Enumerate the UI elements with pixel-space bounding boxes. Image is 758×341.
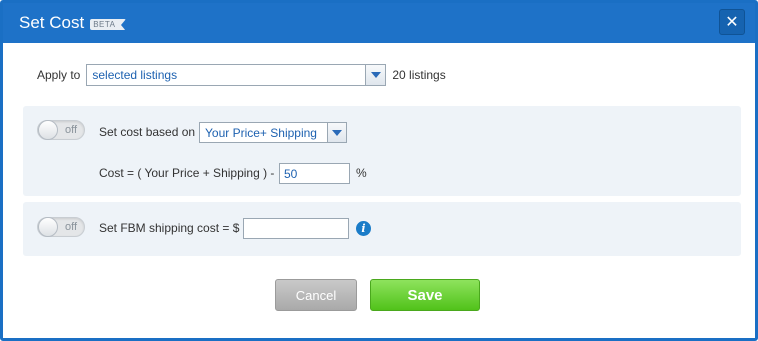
shipping-cost-label: Set FBM shipping cost = $ [99, 221, 240, 235]
percent-unit: % [356, 166, 367, 180]
shipping-cost-input[interactable] [243, 218, 349, 239]
dialog-titlebar: Set Cost BETA ✕ [3, 3, 755, 43]
percent-input[interactable] [279, 163, 350, 184]
save-button[interactable]: Save [370, 279, 480, 311]
info-icon[interactable]: i [356, 221, 371, 236]
shipping-cost-toggle[interactable]: off [37, 217, 85, 237]
set-cost-dialog: Set Cost BETA ✕ Apply to selected listin… [0, 0, 758, 341]
cost-basis-toggle[interactable]: off [37, 120, 85, 140]
apply-to-row: Apply to selected listings 20 listings [37, 64, 446, 86]
close-icon: ✕ [725, 14, 739, 31]
cost-basis-label: Set cost based on [99, 125, 196, 139]
apply-to-value: selected listings [92, 68, 178, 82]
dialog-title: Set Cost [19, 13, 85, 32]
apply-to-select[interactable]: selected listings [86, 64, 387, 86]
listings-count: 20 listings [392, 68, 446, 82]
chevron-down-icon[interactable] [327, 123, 346, 142]
toggle-state-label: off [64, 221, 77, 233]
cost-formula-label: Cost = ( Your Price + Shipping ) - [99, 166, 275, 180]
toggle-knob [38, 120, 58, 140]
cost-basis-value: Your Price+ Shipping [205, 125, 317, 140]
apply-to-label: Apply to [37, 68, 81, 82]
cost-basis-panel: off Set cost based on Your Price+ Shippi… [23, 106, 741, 196]
beta-badge: BETA [90, 18, 126, 31]
close-button[interactable]: ✕ [719, 9, 745, 35]
cost-basis-select[interactable]: Your Price+ Shipping [199, 122, 347, 143]
shipping-cost-panel: off Set FBM shipping cost = $ i [23, 202, 741, 256]
chevron-down-icon[interactable] [365, 65, 386, 85]
toggle-knob [38, 217, 58, 237]
toggle-state-label: off [64, 124, 77, 136]
cancel-button[interactable]: Cancel [275, 279, 357, 311]
